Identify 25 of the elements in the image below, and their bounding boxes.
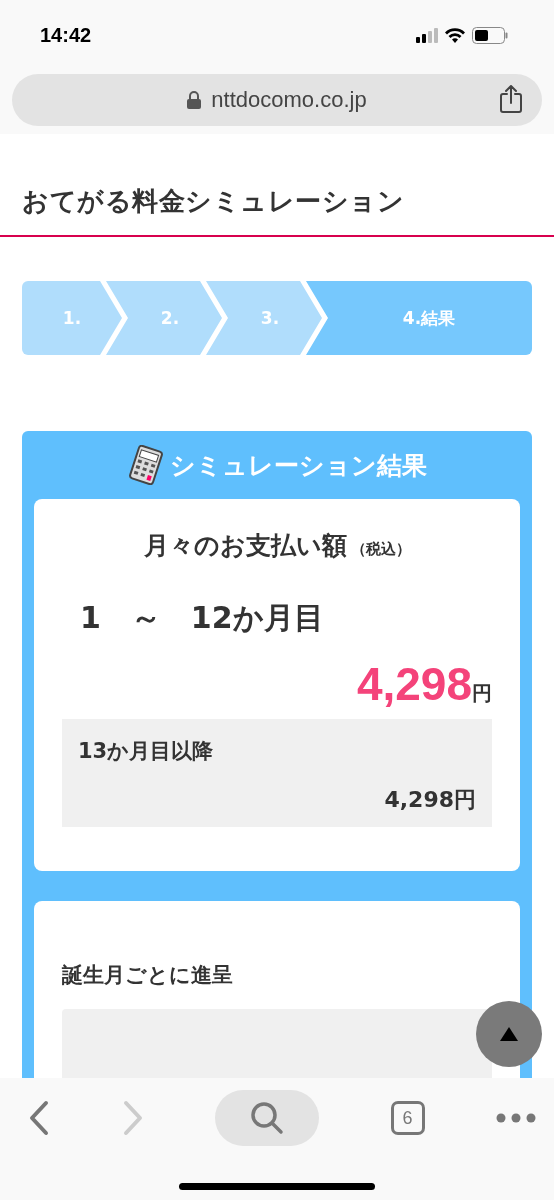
battery-icon [472,26,508,44]
share-icon[interactable] [500,85,522,113]
status-time: 14:42 [40,23,92,47]
tabs-button[interactable]: 6 [390,1101,425,1135]
search-button[interactable] [215,1090,319,1146]
monthly-amount: 4,298 [356,657,472,711]
monthly-label: 月々のお支払い額 [143,530,347,562]
wifi-icon [444,27,466,43]
after-amount: 4,298円 [383,786,476,814]
url-text: nttdocomo.co.jp [211,87,367,113]
after-label: 13か月目以降 [78,738,215,765]
currency-unit: 円 [472,680,492,707]
search-icon [250,1101,284,1135]
more-icon[interactable] [496,1113,536,1123]
signal-icon [416,27,438,43]
lock-icon [187,91,202,109]
address-bar[interactable]: nttdocomo.co.jp [12,74,542,126]
tax-note: （税込） [350,540,411,559]
period-label: 1 ～ 12か月目 [79,599,325,637]
result-heading: シミュレーション結果 [169,449,427,482]
up-triangle-icon [500,1027,518,1041]
section-heading: 誕生月ごとに進呈 [62,962,234,989]
back-icon[interactable] [28,1100,50,1136]
page-title: おてがる料金シミュレーション [0,184,554,237]
step-indicator: 4.結果 [306,281,532,355]
